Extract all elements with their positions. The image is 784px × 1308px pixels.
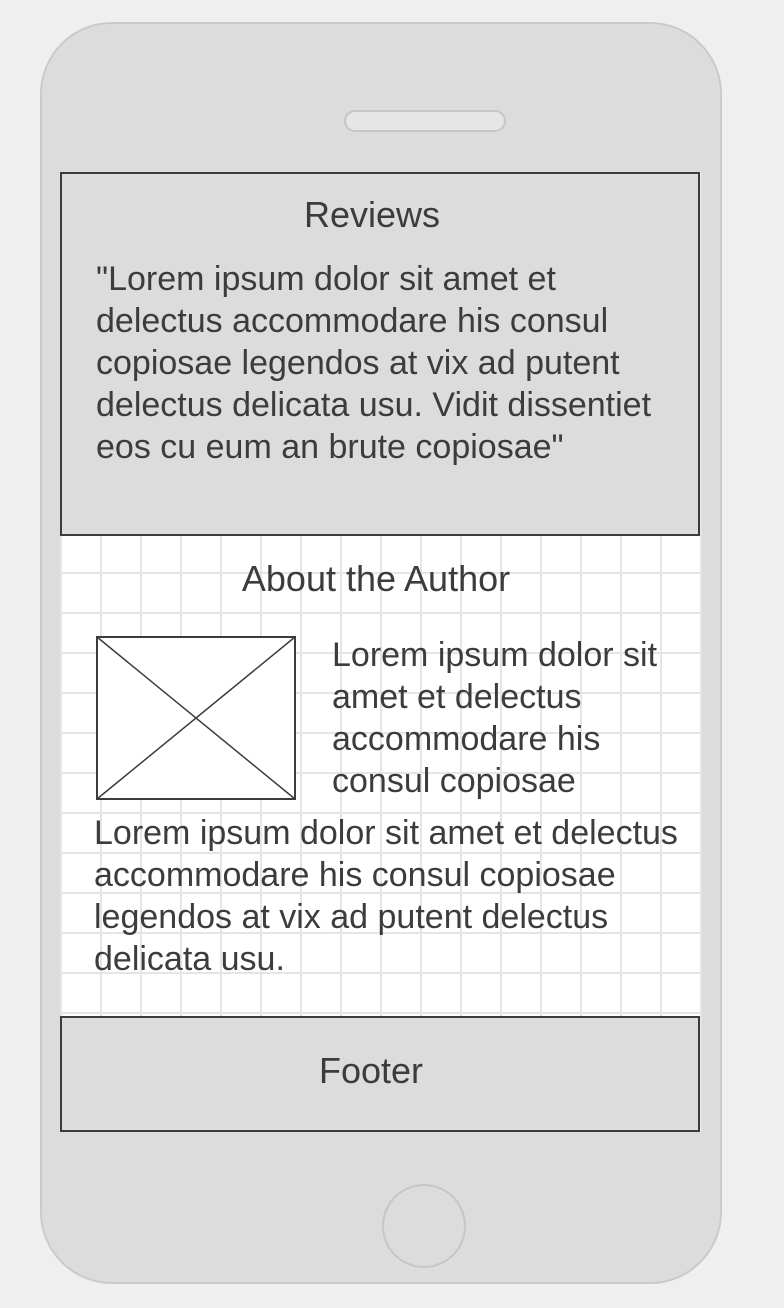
phone-screen: Reviews "Lorem ipsum dolor sit amet et d… bbox=[60, 172, 702, 1132]
about-author-title: About the Author bbox=[241, 558, 511, 599]
home-button[interactable] bbox=[382, 1184, 466, 1268]
author-summary: Lorem ipsum dolor sit amet et delectus a… bbox=[332, 636, 658, 800]
reviews-title: Reviews bbox=[303, 194, 441, 235]
reviews-section: Reviews "Lorem ipsum dolor sit amet et d… bbox=[60, 172, 700, 536]
review-quote: "Lorem ipsum dolor sit amet et delectus … bbox=[96, 260, 652, 466]
speaker-slot bbox=[344, 110, 506, 132]
footer: Footer bbox=[60, 1016, 700, 1132]
footer-label: Footer bbox=[318, 1050, 424, 1091]
image-placeholder-icon bbox=[96, 636, 296, 800]
author-bio: Lorem ipsum dolor sit amet et delectus a… bbox=[94, 814, 678, 978]
